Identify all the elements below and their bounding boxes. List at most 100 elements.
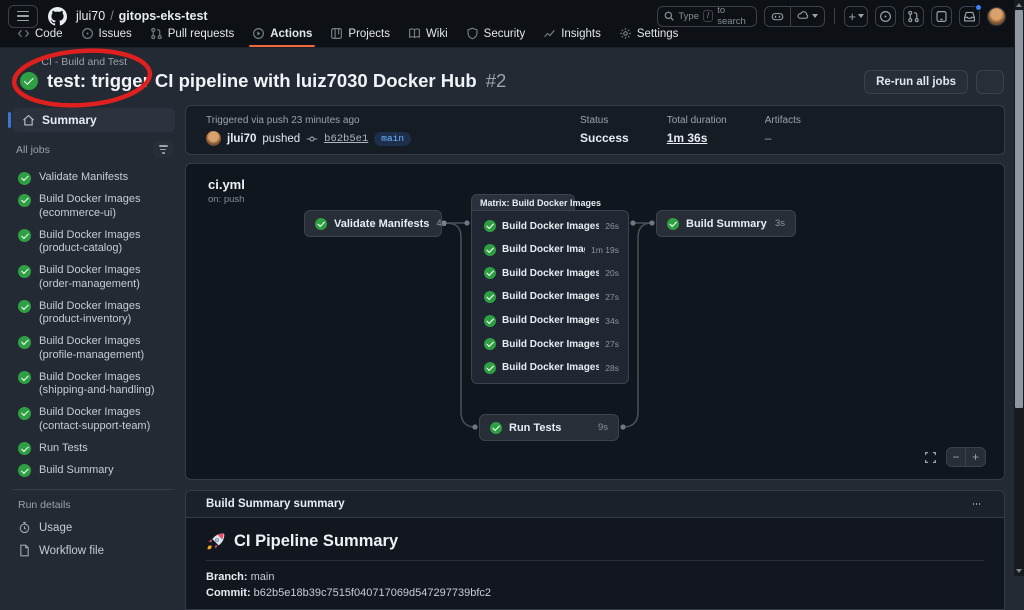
actor-login[interactable]: jlui70 (227, 133, 256, 145)
user-avatar[interactable] (987, 7, 1006, 26)
issues-icon-button[interactable] (875, 6, 896, 27)
success-icon (484, 244, 496, 256)
graph-matrix-job[interactable]: Build Docker Images (prod...27s (484, 291, 619, 303)
run-options-kebab-button[interactable] (976, 70, 1004, 94)
scrollbar-down-arrow[interactable] (1014, 566, 1024, 576)
total-duration-value[interactable]: 1m 36s (667, 131, 727, 145)
commit-short-link[interactable]: b62b5e1 (324, 133, 368, 145)
graph-matrix-job[interactable]: Build Docker Images (conta...26s (484, 220, 619, 232)
copilot-dropdown[interactable] (790, 7, 824, 26)
scrollbar-thumb[interactable] (1015, 10, 1023, 408)
sidebar-job[interactable]: Build Docker Images (profile-management) (18, 335, 175, 362)
projects-icon (330, 27, 343, 40)
tab-label: Issues (99, 28, 132, 40)
sidebar-item-usage[interactable]: Usage (18, 521, 175, 534)
filter-jobs-button[interactable] (153, 141, 173, 158)
tab-issues[interactable]: Issues (72, 27, 141, 47)
repo-nav: Code Issues Pull requests Actions Projec… (8, 27, 687, 47)
book-icon (408, 27, 421, 40)
sidebar-job[interactable]: Build Summary (18, 464, 175, 478)
summary-kebab-button[interactable] (962, 492, 990, 516)
sidebar-item-summary[interactable]: Summary (12, 108, 175, 132)
devices-icon-button[interactable] (931, 6, 952, 27)
sidebar-divider (12, 489, 175, 490)
workflow-file-icon (18, 544, 31, 557)
graph-matrix-job[interactable]: Build Docker Images (shipp...28s (484, 362, 619, 374)
commit-icon (306, 133, 318, 145)
sidebar-job[interactable]: Run Tests (18, 442, 175, 456)
repo-owner-link[interactable]: jlui70 (76, 9, 105, 23)
graph-node-validate-manifests[interactable]: Validate Manifests 4s (304, 210, 442, 237)
tab-settings[interactable]: Settings (610, 27, 688, 47)
graph-node-build-summary[interactable]: Build Summary 3s (656, 210, 796, 237)
rerun-all-jobs-button[interactable]: Re-run all jobs (864, 70, 968, 94)
actions-icon (252, 27, 265, 40)
copilot-button-group[interactable] (764, 6, 825, 27)
copilot-icon[interactable] (765, 7, 790, 26)
shield-icon (466, 27, 479, 40)
github-logo-icon[interactable] (48, 7, 67, 26)
branch-badge[interactable]: main (374, 132, 411, 146)
graph-matrix-job[interactable]: Build Docker Images (profil...27s (484, 338, 619, 350)
ci-pipeline-summary-heading: CI Pipeline Summary (206, 532, 984, 561)
breadcrumb: jlui70 / gitops-eks-test (76, 9, 208, 23)
tab-code[interactable]: Code (8, 27, 72, 47)
success-icon (18, 229, 31, 242)
fit-to-window-button[interactable] (920, 447, 940, 467)
success-icon (18, 172, 31, 185)
workflow-breadcrumb[interactable]: ← CI - Build and Test (28, 56, 127, 68)
graph-matrix-job[interactable]: Build Docker Images (ec...1m 19s (484, 244, 619, 256)
home-icon (22, 114, 35, 127)
zoom-out-button[interactable]: − (947, 448, 966, 466)
scrollbar[interactable] (1014, 0, 1024, 576)
sidebar-job[interactable]: Validate Manifests (18, 171, 175, 185)
tab-label: Insights (561, 28, 601, 40)
tab-pull-requests[interactable]: Pull requests (141, 27, 243, 47)
zoom-in-button[interactable]: + (966, 448, 985, 466)
success-icon (18, 265, 31, 278)
success-icon (18, 407, 31, 420)
branch-line: Branch: main (206, 570, 984, 584)
graph-icon (543, 27, 556, 40)
pull-requests-icon-button[interactable] (903, 6, 924, 27)
tab-security[interactable]: Security (457, 27, 535, 47)
sidebar-job[interactable]: Build Docker Images (shipping-and-handli… (18, 371, 175, 398)
success-icon (18, 300, 31, 313)
tab-label: Security (484, 28, 526, 40)
graph-node-run-tests[interactable]: Run Tests 9s (479, 414, 619, 441)
notifications-inbox-button[interactable] (959, 6, 980, 27)
success-icon (484, 338, 496, 350)
pull-request-icon (150, 27, 163, 40)
workflow-graph-canvas[interactable]: ci.yml on: push Validate Manifests 4s Ma… (185, 163, 1005, 480)
sidebar-job[interactable]: Build Docker Images (product-catalog) (18, 229, 175, 256)
create-new-button[interactable]: + (844, 6, 868, 27)
summary-card-header-title: Build Summary summary (206, 498, 345, 510)
actor-avatar[interactable] (206, 131, 221, 146)
sidebar-job[interactable]: Build Docker Images (order-management) (18, 264, 175, 291)
tab-wiki[interactable]: Wiki (399, 27, 457, 47)
success-icon (484, 267, 496, 279)
summary-label: Summary (42, 113, 97, 127)
sidebar-item-workflow-file[interactable]: Workflow file (18, 544, 175, 557)
scrollbar-up-arrow[interactable] (1014, 0, 1024, 10)
tab-projects[interactable]: Projects (321, 27, 399, 47)
search-icon (664, 11, 674, 21)
sidebar-job[interactable]: Build Docker Images (contact-support-tea… (18, 406, 175, 433)
global-header: jlui70 / gitops-eks-test Type / to searc… (0, 0, 1014, 48)
sidebar-job[interactable]: Build Docker Images (product-inventory) (18, 300, 175, 327)
success-icon (18, 464, 31, 477)
run-success-icon (20, 72, 38, 90)
all-jobs-label: All jobs (16, 144, 50, 156)
hamburger-menu-button[interactable] (8, 5, 38, 28)
build-summary-card: Build Summary summary CI Pipeline Summar… (185, 490, 1005, 610)
repo-name-link[interactable]: gitops-eks-test (119, 9, 208, 23)
search-input[interactable]: Type / to search (657, 6, 757, 27)
sidebar-job[interactable]: Build Docker Images (ecommerce-ui) (18, 193, 175, 220)
graph-matrix-job[interactable]: Build Docker Images (prod...34s (484, 315, 619, 327)
tab-actions[interactable]: Actions (243, 27, 321, 47)
graph-matrix-job[interactable]: Build Docker Images (order...20s (484, 267, 619, 279)
slash-key-hint: / (703, 10, 713, 22)
tab-insights[interactable]: Insights (534, 27, 610, 47)
matrix-group: Build Docker Images (conta...26s Build D… (471, 210, 629, 384)
run-title: test: trigger CI pipeline with luiz7030 … (47, 70, 477, 92)
